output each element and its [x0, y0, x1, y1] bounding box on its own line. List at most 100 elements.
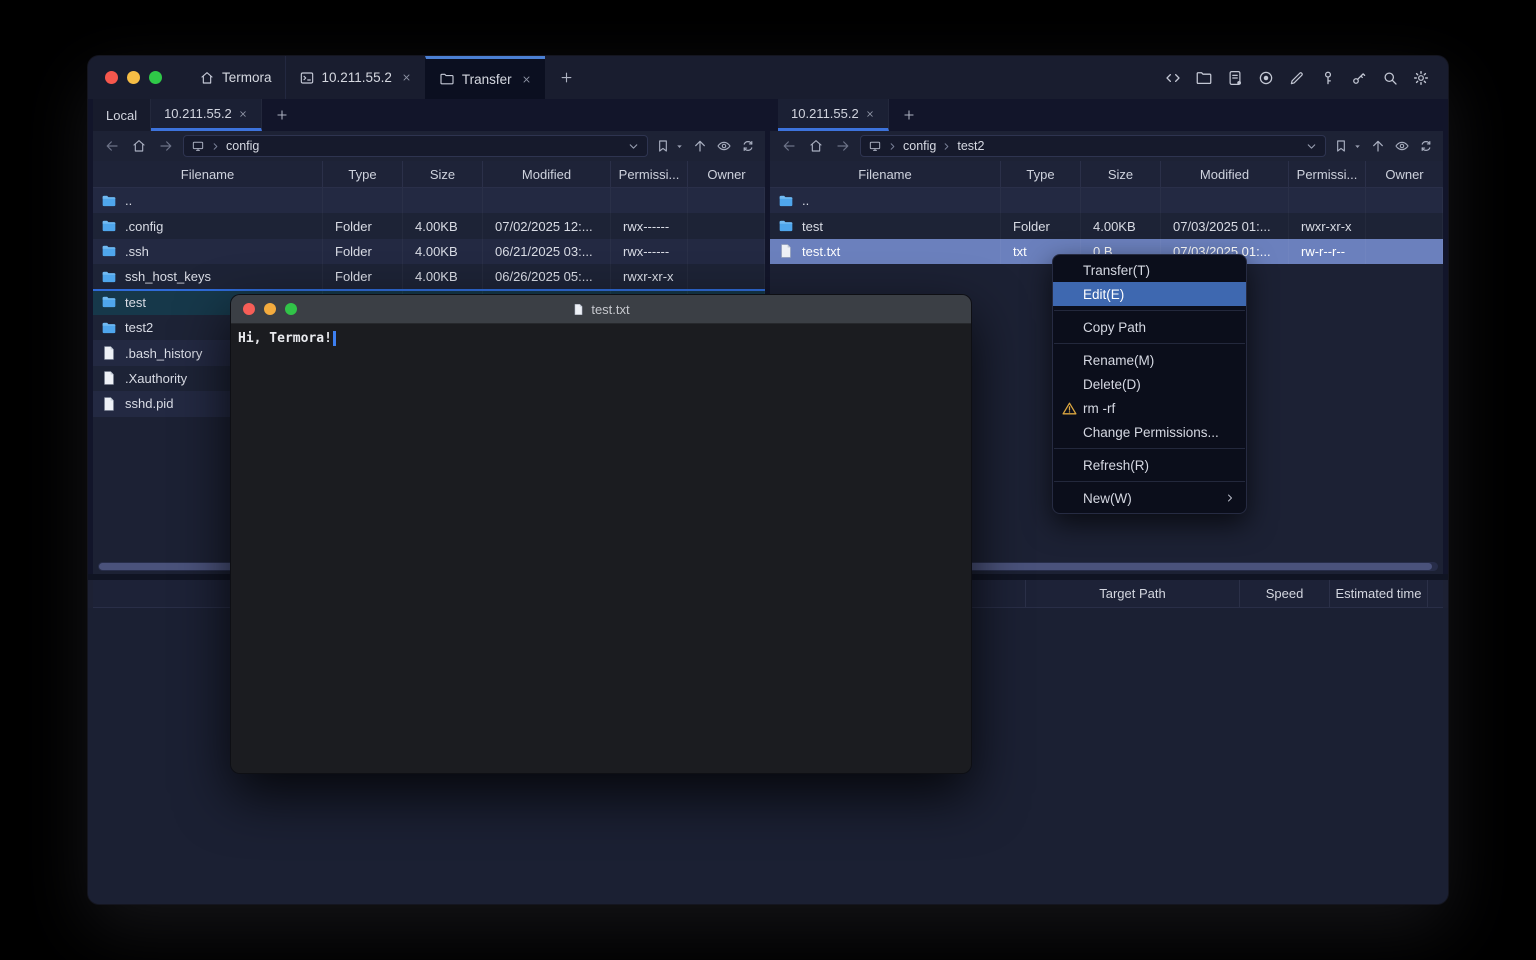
- path-field[interactable]: configtest2: [860, 135, 1326, 157]
- folder-icon[interactable]: [1194, 68, 1214, 88]
- key-icon[interactable]: [1318, 68, 1338, 88]
- file-row[interactable]: ssh_host_keysFolder4.00KB06/26/2025 05:.…: [93, 264, 765, 289]
- transfer-column-target-path[interactable]: Target Path: [1026, 580, 1240, 607]
- caret-down-icon[interactable]: [675, 142, 684, 151]
- path-field[interactable]: config: [183, 135, 648, 157]
- filename: ssh_host_keys: [125, 269, 211, 284]
- filename-cell: ..: [770, 188, 1001, 213]
- warning-icon: [1061, 400, 1078, 417]
- column-header-type[interactable]: Type: [323, 161, 403, 187]
- menu-item-rename-m[interactable]: Rename(M): [1053, 348, 1246, 372]
- column-header-permissi[interactable]: Permissi...: [1289, 161, 1366, 187]
- size-cell: 4.00KB: [1081, 213, 1161, 238]
- close-window-button[interactable]: [243, 303, 255, 315]
- search-icon[interactable]: [1380, 68, 1400, 88]
- folder-icon: [778, 218, 794, 234]
- new-panel-tab-button[interactable]: [262, 99, 302, 131]
- forward-button[interactable]: [833, 136, 853, 156]
- tab-transfer[interactable]: Transfer: [425, 56, 545, 99]
- home-button[interactable]: [129, 136, 149, 156]
- editor-content[interactable]: Hi, Termora!: [231, 324, 971, 773]
- up-directory-icon[interactable]: [1370, 138, 1386, 154]
- menu-item-change-permissions[interactable]: Change Permissions...: [1053, 420, 1246, 444]
- record-icon[interactable]: [1256, 68, 1276, 88]
- menu-item-edit-e[interactable]: Edit(E): [1053, 282, 1246, 306]
- menu-item-rm-rf[interactable]: rm -rf: [1053, 396, 1246, 420]
- bookmark-icon[interactable]: [655, 138, 671, 154]
- pencil-icon[interactable]: [1287, 68, 1307, 88]
- back-button[interactable]: [102, 136, 122, 156]
- home-icon: [199, 70, 215, 86]
- editor-titlebar[interactable]: test.txt: [231, 295, 971, 324]
- back-button[interactable]: [779, 136, 799, 156]
- close-icon[interactable]: [865, 109, 875, 119]
- close-window-button[interactable]: [105, 71, 118, 84]
- panel-tab-10-211-55-2[interactable]: 10.211.55.2: [151, 99, 262, 131]
- chevron-down-icon[interactable]: [1305, 140, 1318, 153]
- desktop: Termora10.211.55.2Transfer Local10.211.5…: [0, 0, 1536, 960]
- keychain-icon[interactable]: [1349, 68, 1369, 88]
- panel-tab-local[interactable]: Local: [93, 99, 151, 131]
- file-table-header: FilenameTypeSizeModifiedPermissi...Owner: [770, 161, 1443, 188]
- chevron-down-icon[interactable]: [627, 140, 640, 153]
- zoom-window-button[interactable]: [149, 71, 162, 84]
- column-header-owner[interactable]: Owner: [688, 161, 765, 187]
- show-hidden-eye-icon[interactable]: [1394, 138, 1410, 154]
- close-icon[interactable]: [401, 72, 412, 83]
- file-row[interactable]: ..: [93, 188, 765, 213]
- transfer-column-speed[interactable]: Speed: [1240, 580, 1330, 607]
- file-icon: [101, 345, 117, 361]
- titlebar-actions: [1163, 68, 1448, 88]
- code-icon[interactable]: [1163, 68, 1183, 88]
- zoom-window-button[interactable]: [285, 303, 297, 315]
- column-header-modified[interactable]: Modified: [483, 161, 611, 187]
- menu-item-label: Transfer(T): [1083, 263, 1150, 278]
- forward-button[interactable]: [156, 136, 176, 156]
- settings-icon[interactable]: [1411, 68, 1431, 88]
- menu-item-transfer-t[interactable]: Transfer(T): [1053, 258, 1246, 282]
- panel-tab-label: 10.211.55.2: [164, 106, 232, 121]
- tab-termora[interactable]: Termora: [186, 56, 285, 99]
- panel-tab-10-211-55-2[interactable]: 10.211.55.2: [778, 99, 889, 131]
- menu-item-new-w[interactable]: New(W): [1053, 486, 1246, 510]
- column-header-type[interactable]: Type: [1001, 161, 1081, 187]
- column-header-permissi[interactable]: Permissi...: [611, 161, 688, 187]
- file-row[interactable]: .configFolder4.00KB07/02/2025 12:...rwx-…: [93, 213, 765, 238]
- new-panel-tab-button[interactable]: [889, 99, 929, 131]
- minimize-window-button[interactable]: [127, 71, 140, 84]
- up-directory-icon[interactable]: [692, 138, 708, 154]
- new-tab-button[interactable]: [545, 70, 588, 85]
- column-header-owner[interactable]: Owner: [1366, 161, 1443, 187]
- home-button[interactable]: [806, 136, 826, 156]
- transfer-column-estimated-time[interactable]: Estimated time: [1330, 580, 1428, 607]
- file-row[interactable]: ..: [770, 188, 1443, 213]
- menu-item-copy-path[interactable]: Copy Path: [1053, 315, 1246, 339]
- tab-10-211-55-2[interactable]: 10.211.55.2: [285, 56, 425, 99]
- bookmark-icon[interactable]: [1333, 138, 1349, 154]
- size-cell: 4.00KB: [403, 239, 483, 264]
- show-hidden-eye-icon[interactable]: [716, 138, 732, 154]
- arrow-left-icon: [781, 138, 797, 154]
- column-header-size[interactable]: Size: [1081, 161, 1161, 187]
- path-segment: test2: [957, 139, 984, 153]
- menu-item-label: Delete(D): [1083, 377, 1141, 392]
- file-row[interactable]: .sshFolder4.00KB06/21/2025 03:...rwx----…: [93, 239, 765, 264]
- column-header-filename[interactable]: Filename: [770, 161, 1001, 187]
- close-icon[interactable]: [521, 74, 532, 85]
- log-icon[interactable]: [1225, 68, 1245, 88]
- column-header-filename[interactable]: Filename: [93, 161, 323, 187]
- refresh-icon[interactable]: [740, 138, 756, 154]
- owner-cell: [1366, 213, 1443, 238]
- minimize-window-button[interactable]: [264, 303, 276, 315]
- arrow-right-icon: [835, 138, 851, 154]
- caret-down-icon[interactable]: [1353, 142, 1362, 151]
- column-header-size[interactable]: Size: [403, 161, 483, 187]
- traffic-lights: [88, 71, 162, 84]
- filename: .config: [125, 219, 163, 234]
- menu-item-delete-d[interactable]: Delete(D): [1053, 372, 1246, 396]
- column-header-modified[interactable]: Modified: [1161, 161, 1289, 187]
- refresh-icon[interactable]: [1418, 138, 1434, 154]
- close-icon[interactable]: [238, 109, 248, 119]
- file-row[interactable]: testFolder4.00KB07/03/2025 01:...rwxr-xr…: [770, 213, 1443, 238]
- menu-item-refresh-r[interactable]: Refresh(R): [1053, 453, 1246, 477]
